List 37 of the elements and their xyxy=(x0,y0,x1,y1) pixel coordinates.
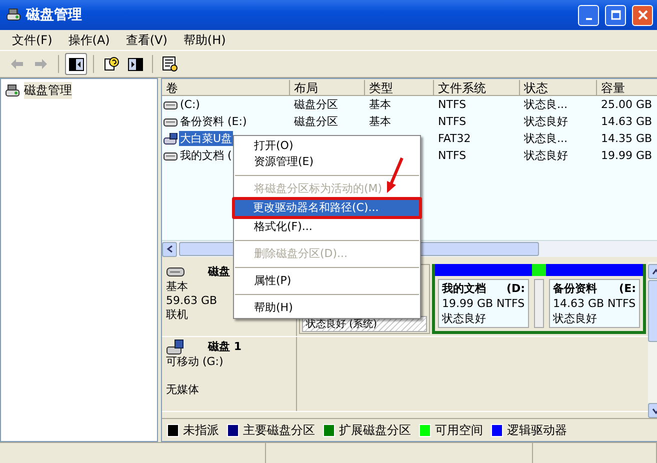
disk-status: 联机 xyxy=(166,308,188,322)
table-cell: 14.63 GB xyxy=(601,115,652,128)
disk-type: 基本 xyxy=(166,280,188,294)
table-cell: 磁盘分区 xyxy=(294,114,338,129)
table-cell: 状态良... xyxy=(524,97,568,112)
window-title: 磁盘管理 xyxy=(26,6,82,24)
partition-info: 状态良好 xyxy=(553,311,598,326)
legend-label: 主要磁盘分区 xyxy=(243,422,315,438)
disk-size: 59.63 GB xyxy=(166,294,218,308)
table-cell: 状态良好 xyxy=(524,148,568,163)
table-cell: 磁盘分区 xyxy=(294,97,338,112)
partition-name: 我的文档 xyxy=(442,281,486,296)
table-cell: 状态良... xyxy=(524,131,568,146)
legend-label: 逻辑驱动器 xyxy=(507,422,567,438)
disk-status: 无媒体 xyxy=(166,383,199,397)
table-cell: FAT32 xyxy=(438,132,471,145)
table-cell: 基本 xyxy=(369,97,391,112)
partition-info: 19.99 GB NTFS xyxy=(442,296,525,311)
table-cell: NTFS xyxy=(438,98,466,111)
partition-info: 14.63 GB NTFS xyxy=(553,296,636,311)
table-cell: 14.35 GB xyxy=(601,132,652,145)
drive-letter: (E: xyxy=(619,281,636,296)
table-cell: 25.00 GB xyxy=(601,98,652,111)
partition-info: 状态良好 xyxy=(442,311,487,326)
legend-label: 未指派 xyxy=(183,422,219,438)
table-cell: 19.99 GB xyxy=(601,149,652,162)
disk-type: 可移动 (G:) xyxy=(166,355,224,369)
partition-name: 备份资料 xyxy=(553,281,597,296)
disk-name: 磁盘 xyxy=(208,265,230,279)
legend-label: 可用空间 xyxy=(435,422,483,438)
table-cell: 基本 xyxy=(369,114,391,129)
table-cell: NTFS xyxy=(438,115,466,128)
table-cell: 状态良好 xyxy=(524,114,568,129)
table-cell: NTFS xyxy=(438,149,466,162)
drive-letter: (D: xyxy=(506,281,525,296)
legend-label: 扩展磁盘分区 xyxy=(339,422,411,438)
disk-name: 磁盘 1 xyxy=(208,340,242,354)
